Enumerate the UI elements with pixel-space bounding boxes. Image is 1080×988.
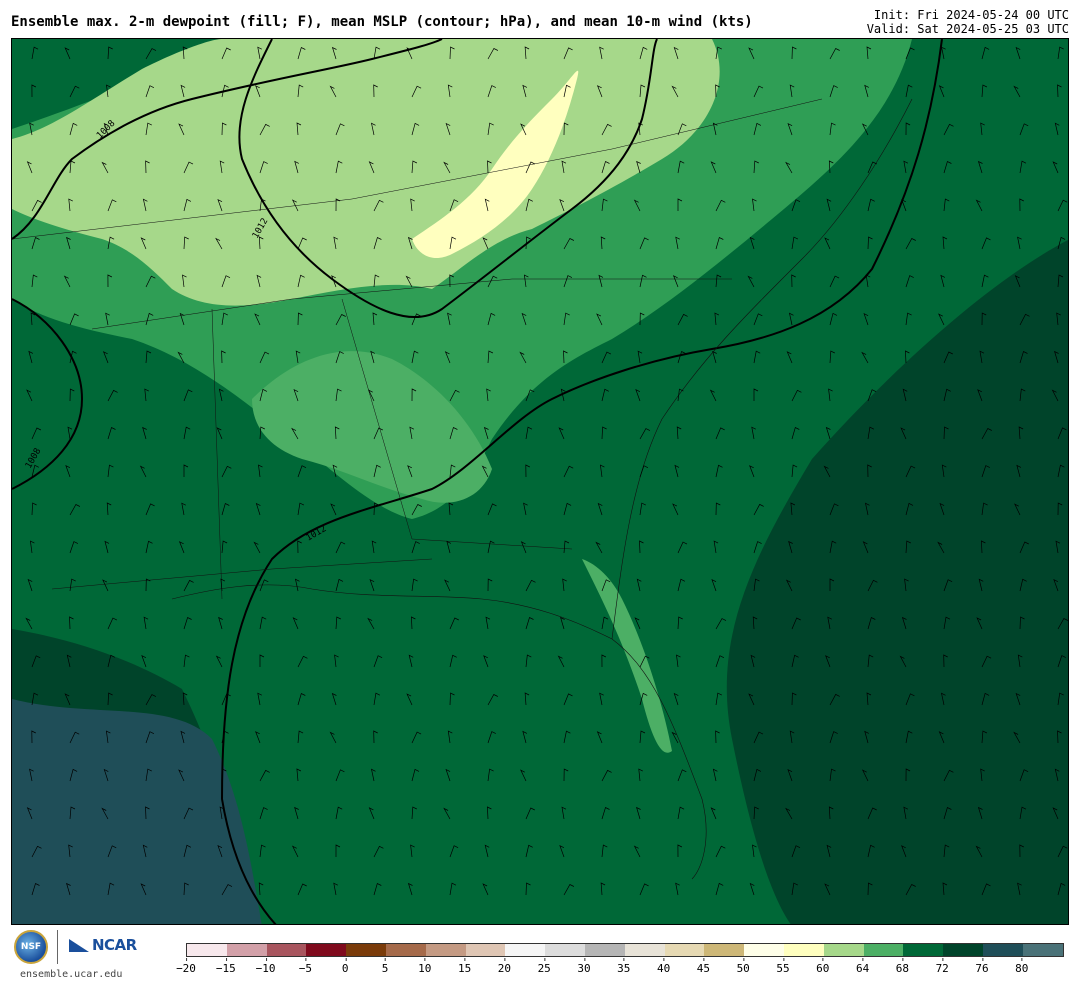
colorbar bbox=[186, 943, 1064, 957]
colorbar-swatch bbox=[624, 944, 665, 956]
colorbar-tick: 35 bbox=[617, 958, 630, 975]
colorbar-tick: 10 bbox=[418, 958, 431, 975]
colorbar-tick: 60 bbox=[816, 958, 829, 975]
colorbar-tick: 68 bbox=[896, 958, 909, 975]
colorbar-tick: 30 bbox=[577, 958, 591, 975]
colorbar-tick: 55 bbox=[776, 958, 790, 975]
map-canvas: 1008 1012 1008 1012 bbox=[12, 39, 1068, 924]
colorbar-ticks: −20 −15 −10 −5 0 5 10 15 20 25 30 35 40 45 50 55 60 64 68 7… bbox=[176, 958, 1066, 984]
logo-area: NSF NCAR ensemble.ucar.edu bbox=[12, 928, 152, 984]
colorbar-tick: −5 bbox=[299, 958, 312, 975]
colorbar-swatch bbox=[505, 944, 546, 956]
colorbar-swatch bbox=[545, 944, 585, 956]
colorbar-swatch bbox=[783, 944, 824, 956]
ncar-text: NCAR bbox=[92, 936, 137, 954]
colorbar-tick: 72 bbox=[936, 958, 949, 975]
colorbar-tick: 40 bbox=[657, 958, 670, 975]
colorbar-swatch bbox=[664, 944, 705, 956]
colorbar-swatch bbox=[704, 944, 745, 956]
time-info: Init: Fri 2024-05-24 00 UTC Valid: Sat 2… bbox=[867, 8, 1069, 36]
chart-title: Ensemble max. 2-m dewpoint (fill; F), me… bbox=[11, 14, 753, 30]
ncar-logo: NCAR bbox=[68, 936, 137, 954]
colorbar-tick: −20 bbox=[176, 958, 196, 975]
colorbar-tick: 0 bbox=[342, 958, 349, 975]
colorbar-tick: 25 bbox=[538, 958, 551, 975]
ncar-mark-icon bbox=[69, 939, 89, 952]
nsf-logo: NSF bbox=[14, 930, 48, 964]
dewpoint-map: 1008 1012 1008 1012 bbox=[11, 38, 1069, 925]
colorbar-swatch bbox=[266, 944, 307, 956]
colorbar-swatch bbox=[346, 944, 386, 956]
colorbar-swatch bbox=[584, 944, 625, 956]
colorbar-tick: 64 bbox=[856, 958, 869, 975]
colorbar-swatch bbox=[385, 944, 426, 956]
colorbar-tick: 80 bbox=[1015, 958, 1028, 975]
colorbar-tick: 50 bbox=[737, 958, 750, 975]
colorbar-swatch bbox=[982, 944, 1023, 956]
colorbar-tick: 15 bbox=[458, 958, 471, 975]
logo-divider bbox=[57, 930, 58, 964]
colorbar-swatch bbox=[187, 944, 227, 956]
colorbar-swatch bbox=[226, 944, 267, 956]
colorbar-tick: 5 bbox=[382, 958, 388, 975]
colorbar-swatch bbox=[823, 944, 864, 956]
colorbar-swatch bbox=[306, 944, 347, 956]
colorbar-swatch bbox=[863, 944, 904, 956]
colorbar-swatch bbox=[903, 944, 944, 956]
colorbar-tick: −10 bbox=[256, 958, 276, 975]
colorbar-swatch bbox=[465, 944, 506, 956]
colorbar-tick: 76 bbox=[975, 958, 989, 975]
colorbar-tick: 20 bbox=[498, 958, 511, 975]
colorbar-swatch bbox=[1022, 944, 1063, 956]
colorbar-tick: 45 bbox=[697, 958, 710, 975]
colorbar-swatch bbox=[744, 944, 784, 956]
colorbar-swatch bbox=[425, 944, 466, 956]
colorbar-tick: −15 bbox=[216, 958, 236, 975]
valid-time: Valid: Sat 2024-05-25 03 UTC bbox=[866, 22, 1069, 36]
site-url[interactable]: ensemble.ucar.edu bbox=[20, 969, 122, 980]
init-time: Init: Fri 2024-05-24 00 UTC bbox=[873, 8, 1069, 22]
colorbar-swatch bbox=[943, 944, 983, 956]
